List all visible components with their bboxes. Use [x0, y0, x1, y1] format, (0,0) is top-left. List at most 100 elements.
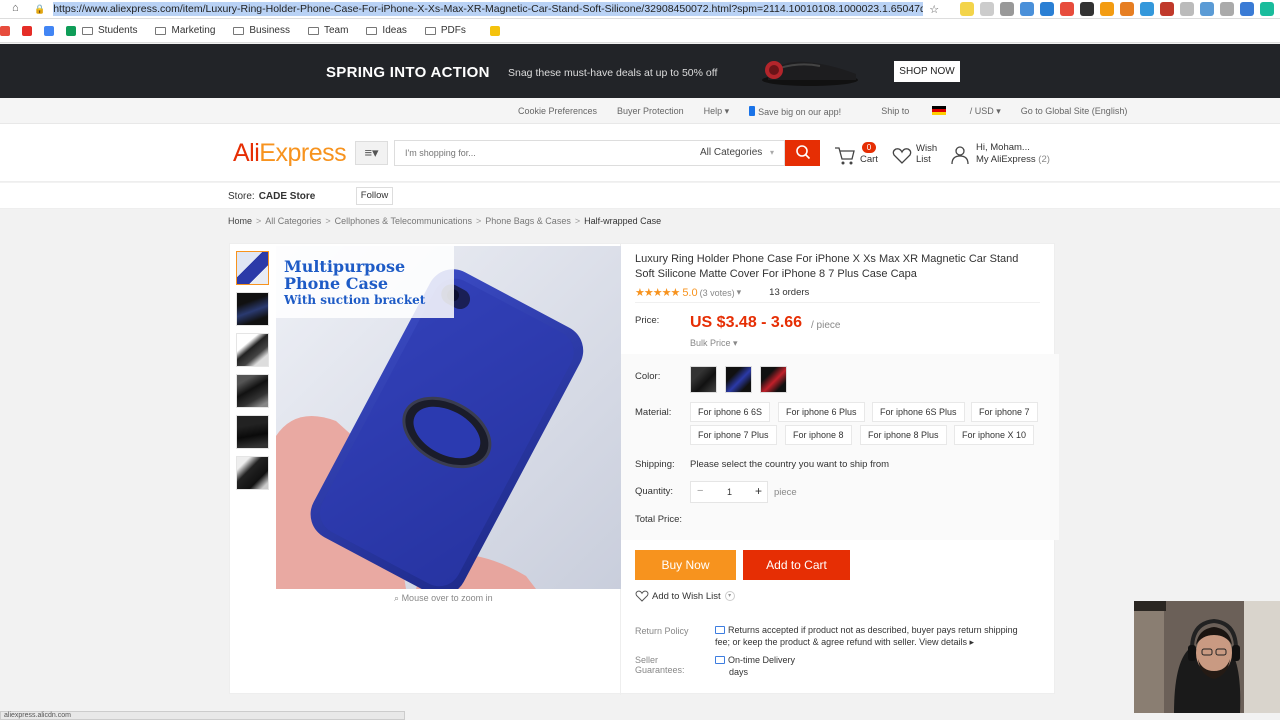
extension-icon[interactable] [1180, 2, 1194, 16]
bookmark-pdfs[interactable]: PDFs [424, 25, 466, 36]
material-option[interactable]: For iphone 8 [785, 425, 852, 445]
gallery-thumbnail[interactable] [236, 374, 269, 408]
color-swatch-black[interactable] [690, 366, 717, 393]
material-option[interactable]: For iphone 7 [971, 402, 1038, 422]
help-menu[interactable]: Help ▾ [704, 106, 730, 117]
delivery-icon [715, 656, 725, 664]
breadcrumb-all-categories[interactable]: All Categories [265, 216, 321, 226]
main-product-image[interactable]: Multipurpose Phone Case With suction bra… [276, 246, 621, 589]
material-option[interactable]: For iphone 6 6S [690, 402, 771, 422]
cart-link[interactable]: 0 Cart [834, 142, 880, 168]
cookie-preferences-link[interactable]: Cookie Preferences [518, 106, 597, 117]
rating-votes[interactable]: (3 votes) [700, 288, 735, 298]
chevron-down-icon[interactable]: ▾ [724, 591, 735, 601]
docs-icon[interactable] [44, 25, 54, 36]
youtube-icon[interactable] [22, 25, 32, 36]
add-to-cart-button[interactable]: Add to Cart [743, 550, 850, 580]
global-site-link[interactable]: Go to Global Site (English) [1021, 106, 1128, 117]
extension-icon[interactable] [1080, 2, 1094, 16]
product-title: Luxury Ring Holder Phone Case For iPhone… [635, 253, 1019, 280]
extension-icon[interactable] [1260, 2, 1274, 16]
app-promo-link[interactable]: Save big on our app! [749, 106, 861, 117]
buy-now-button[interactable]: Buy Now [635, 550, 736, 580]
ship-to-selector[interactable]: Ship to [881, 106, 966, 117]
shop-now-button[interactable]: SHOP NOW [894, 61, 960, 82]
extension-icon[interactable] [1120, 2, 1134, 16]
chevron-down-icon[interactable]: ▾ [737, 287, 742, 298]
breadcrumb-home[interactable]: Home [228, 216, 252, 226]
bookmark-team[interactable]: Team [307, 25, 348, 36]
material-option[interactable]: For iphone 7 Plus [690, 425, 777, 445]
color-swatch-red[interactable] [760, 366, 787, 393]
gallery-thumbnail[interactable] [236, 415, 269, 449]
breadcrumb-phone-bags[interactable]: Phone Bags & Cases [485, 216, 571, 226]
minus-icon[interactable]: − [697, 485, 703, 497]
view-details-link[interactable]: View details ▸ [919, 637, 974, 647]
aliexpress-logo[interactable]: AliExpress [233, 139, 347, 168]
url-text[interactable]: https://www.aliexpress.com/item/Luxury-R… [53, 2, 924, 16]
extension-icon[interactable] [1240, 2, 1254, 16]
extension-icon[interactable] [1020, 2, 1034, 16]
gallery-thumbnail[interactable] [236, 251, 269, 285]
extension-icon[interactable] [1000, 2, 1014, 16]
wish-list-link[interactable]: Wish List [892, 143, 940, 169]
order-count: 13 orders [769, 287, 810, 298]
search-input[interactable] [394, 140, 690, 166]
material-option[interactable]: For iphone 6S Plus [872, 402, 965, 422]
material-option[interactable]: For iphone 6 Plus [778, 402, 865, 422]
follow-button[interactable]: Follow [356, 187, 393, 205]
bookmark-marketing[interactable]: Marketing [155, 25, 215, 36]
extension-icon[interactable] [1060, 2, 1074, 16]
store-name[interactable]: CADE Store [259, 191, 316, 202]
bulk-price-toggle[interactable]: Bulk Price ▾ [690, 338, 738, 349]
slides-icon[interactable] [489, 25, 500, 36]
extension-icon[interactable] [1200, 2, 1214, 16]
shipping-text: Please select the country you want to sh… [690, 459, 890, 470]
promo-banner[interactable]: SPRING INTO ACTION Snag these must-have … [0, 44, 1280, 98]
add-to-wish-list[interactable]: Add to Wish List ▾ [635, 590, 735, 602]
extension-icon[interactable] [1040, 2, 1054, 16]
divider [635, 302, 1040, 303]
bookmark-ideas[interactable]: Ideas [366, 25, 407, 36]
quantity-value[interactable]: 1 [727, 487, 732, 497]
heart-icon [635, 590, 649, 602]
buyer-protection-link[interactable]: Buyer Protection [617, 106, 684, 117]
material-option[interactable]: For iphone X 10 [954, 425, 1035, 445]
currency-selector[interactable]: / USD ▾ [970, 106, 1001, 117]
material-option[interactable]: For iphone 8 Plus [860, 425, 947, 445]
address-field[interactable]: 🔒 https://www.aliexpress.com/item/Luxury… [34, 1, 954, 17]
sheets-icon[interactable] [66, 25, 76, 36]
magnifier-icon: ⌕ [394, 593, 400, 603]
search-button[interactable] [785, 140, 820, 166]
sneaker-image [762, 61, 858, 86]
rating-row: ★★★★★ 5.0 (3 votes) ▾ 13 orders [635, 286, 810, 300]
search-category-select[interactable]: All Categories ▾ [690, 140, 785, 166]
breadcrumb-half-wrapped[interactable]: Half-wrapped Case [584, 216, 661, 226]
folder-icon [424, 26, 436, 35]
extension-icon[interactable] [980, 2, 994, 16]
return-policy-label: Return Policy [635, 626, 689, 636]
banner-subtitle: Snag these must-have deals at up to 50% … [508, 67, 718, 79]
bookmark-business[interactable]: Business [233, 25, 290, 36]
cart-count-badge: 0 [862, 142, 876, 153]
home-icon[interactable]: ⌂ [12, 2, 19, 14]
extension-icon[interactable] [1220, 2, 1234, 16]
gallery-thumbnail[interactable] [236, 456, 269, 490]
extension-icon[interactable] [1160, 2, 1174, 16]
store-bar: Store: CADE Store Follow [0, 183, 1280, 209]
gallery-thumbnail[interactable] [236, 333, 269, 367]
cart-label: Cart [860, 154, 878, 165]
breadcrumb-cellphones[interactable]: Cellphones & Telecommunications [335, 216, 472, 226]
banner-title: SPRING INTO ACTION [326, 64, 490, 81]
gallery-thumbnail[interactable] [236, 292, 269, 326]
extension-icon[interactable] [960, 2, 974, 16]
extension-icon[interactable] [1140, 2, 1154, 16]
category-menu-button[interactable]: ≡▾ [355, 141, 388, 165]
plus-icon[interactable]: + [755, 484, 762, 498]
color-swatch-blue[interactable] [725, 366, 752, 393]
star-icon[interactable]: ☆ [929, 3, 939, 16]
extension-icon[interactable] [1100, 2, 1114, 16]
bookmark-students[interactable]: Students [82, 25, 137, 36]
account-menu[interactable]: Hi, Moham... My AliExpress (2) [951, 142, 1061, 168]
bookmark-favicon[interactable] [0, 25, 10, 36]
